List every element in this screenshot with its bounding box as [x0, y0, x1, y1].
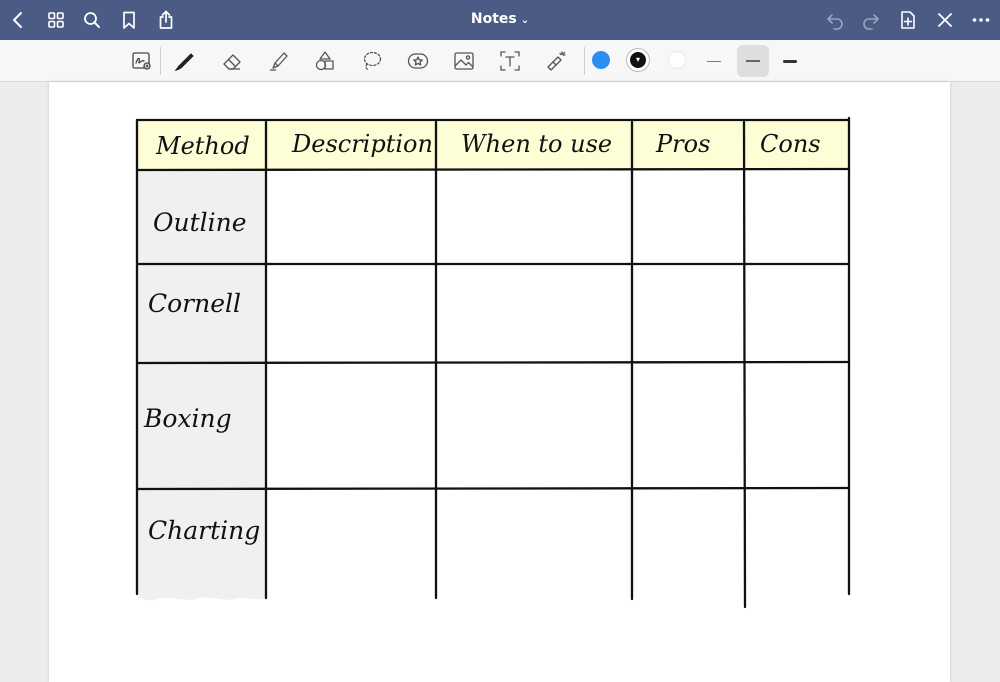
- document-title-text: Notes: [470, 11, 517, 27]
- stroke-thick-button[interactable]: [774, 45, 806, 77]
- scan-tool[interactable]: [129, 48, 155, 74]
- grid-button[interactable]: [44, 8, 68, 32]
- undo-button[interactable]: [823, 8, 847, 32]
- row-label-boxing: Boxing: [143, 404, 232, 433]
- toolbar-separator: [584, 47, 585, 75]
- laser-pointer-tool[interactable]: [543, 48, 569, 74]
- stroke-medium-line: [746, 60, 760, 62]
- lasso-tool[interactable]: [359, 48, 385, 74]
- image-icon: [454, 52, 474, 70]
- lasso-icon: [363, 51, 382, 70]
- pen-icon: [174, 53, 194, 72]
- text-icon: [500, 51, 520, 71]
- close-icon: [938, 13, 952, 27]
- search-button[interactable]: [80, 8, 104, 32]
- image-tool[interactable]: [451, 48, 477, 74]
- sticker-icon: [407, 53, 429, 69]
- handwritten-table[interactable]: Method Description When to use Pros Cons…: [49, 82, 950, 662]
- highlighter-tool[interactable]: [266, 48, 292, 74]
- search-icon: [84, 12, 100, 28]
- stroke-thin-line: [707, 60, 721, 62]
- pen-tool[interactable]: [172, 48, 198, 74]
- stroke-thick-line: [783, 59, 797, 63]
- header-pros: Pros: [655, 130, 710, 158]
- share-button[interactable]: [154, 8, 178, 32]
- add-page-button[interactable]: [896, 8, 920, 32]
- chevron-left-icon: [13, 12, 22, 28]
- grid-icon: [48, 12, 64, 28]
- color-swatch-blue[interactable]: [592, 51, 610, 69]
- stroke-medium-button[interactable]: [737, 45, 769, 77]
- shapes-icon: [315, 51, 334, 71]
- color-swatch-black-selected[interactable]: ▾: [626, 48, 650, 72]
- document-title[interactable]: Notes ⌄: [0, 11, 1000, 27]
- close-toolbar-button[interactable]: [933, 8, 957, 32]
- drawing-toolbar: ✱ ▾: [0, 40, 1000, 95]
- header-method: Method: [155, 132, 250, 160]
- redo-icon: [863, 14, 879, 30]
- undo-icon: [827, 14, 843, 30]
- note-page[interactable]: Method Description When to use Pros Cons…: [49, 82, 950, 682]
- eraser-icon: [223, 54, 241, 70]
- header-cons: Cons: [760, 130, 821, 158]
- color-swatch-white[interactable]: [668, 51, 686, 69]
- header-when-to-use: When to use: [461, 130, 612, 158]
- share-icon: [159, 10, 173, 29]
- redo-button[interactable]: [859, 8, 883, 32]
- back-button[interactable]: [6, 8, 30, 32]
- top-navbar: Notes ⌄: [0, 0, 1000, 40]
- chevron-down-icon: ▾: [635, 55, 640, 64]
- laser-pointer-icon: [547, 51, 566, 71]
- more-icon: [972, 18, 990, 22]
- highlighter-icon: [270, 52, 288, 71]
- chevron-down-icon: ⌄: [520, 15, 530, 26]
- scan-icon: [132, 52, 151, 70]
- row-label-outline: Outline: [153, 208, 247, 237]
- toolbar-separator: [160, 47, 161, 75]
- color-swatch-black-dot: ▾: [630, 52, 646, 68]
- stroke-thin-button[interactable]: [698, 45, 730, 77]
- header-description: Description: [291, 130, 433, 158]
- sticker-tool[interactable]: [405, 48, 431, 74]
- row-label-cornell: Cornell: [148, 289, 241, 318]
- bookmark-icon: [123, 11, 135, 29]
- add-page-icon: [901, 11, 915, 29]
- text-tool[interactable]: [497, 48, 523, 74]
- row-label-charting: Charting: [148, 516, 260, 545]
- more-button[interactable]: [969, 8, 993, 32]
- bookmark-button[interactable]: [117, 8, 141, 32]
- shapes-tool[interactable]: [312, 48, 338, 74]
- eraser-tool[interactable]: [219, 48, 245, 74]
